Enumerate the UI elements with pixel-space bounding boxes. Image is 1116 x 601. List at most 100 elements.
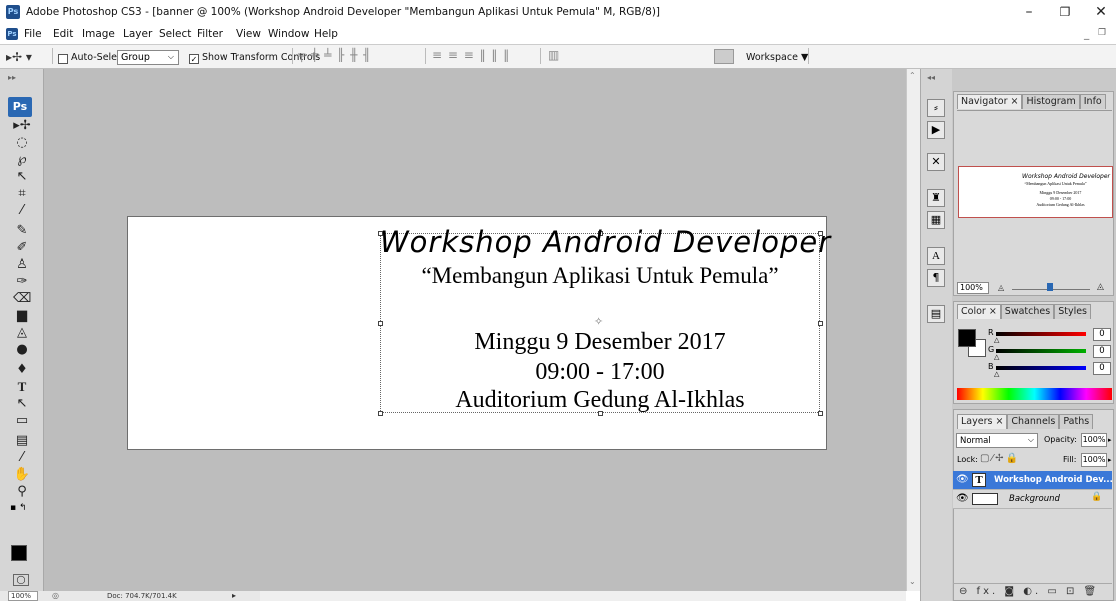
fill-field[interactable]: 100% <box>1081 453 1107 467</box>
eraser-tool-icon[interactable]: ⌫ <box>13 291 31 307</box>
menu-filter[interactable]: Filter <box>197 28 223 40</box>
brush-tool-icon[interactable]: ✐ <box>13 240 31 256</box>
channel-r-slider[interactable] <box>996 332 1086 336</box>
move-tool-preset-icon[interactable]: ▸✢ ▾ <box>6 50 32 64</box>
channel-r-value[interactable]: 0 <box>1093 328 1111 341</box>
notes-tool-icon[interactable]: ▤ <box>13 433 31 449</box>
healing-brush-icon[interactable]: ✎ <box>13 223 31 239</box>
eye-icon[interactable]: 👁 <box>956 474 969 485</box>
blend-mode-dropdown[interactable]: Normal ⌵ <box>956 433 1038 448</box>
dodge-tool-icon[interactable]: ● <box>13 342 31 358</box>
zoom-slider-thumb[interactable] <box>1047 283 1053 291</box>
character-panel-icon[interactable]: A <box>927 247 945 265</box>
workspace-button[interactable]: Workspace ▼ <box>746 52 808 63</box>
slider-thumb-icon[interactable]: △ <box>994 336 999 344</box>
status-icon[interactable]: ◎ <box>52 591 59 600</box>
channel-g-slider[interactable] <box>996 349 1086 353</box>
move-tool-icon[interactable]: ▸✢ <box>13 118 31 134</box>
transform-handle[interactable] <box>818 321 823 326</box>
menu-window[interactable]: Window <box>268 28 309 40</box>
brushes-panel-icon[interactable]: ⸗ <box>927 99 945 117</box>
show-transform-checkbox[interactable]: ✓ <box>189 52 199 65</box>
collapse-icon[interactable]: ▸▸ <box>8 73 16 82</box>
menu-image[interactable]: Image <box>82 28 115 40</box>
type-tool-icon[interactable]: T <box>13 379 31 395</box>
quick-mask-icon[interactable]: ◯ <box>13 574 29 586</box>
eye-icon[interactable]: 👁 <box>956 493 969 504</box>
notes-panel-icon[interactable]: ▤ <box>927 305 945 323</box>
menu-view[interactable]: View <box>236 28 261 40</box>
eyedropper-tool-icon[interactable]: ⁄ <box>13 450 31 466</box>
doc-restore-button[interactable]: ❐ <box>1098 28 1106 38</box>
menu-select[interactable]: Select <box>159 28 191 40</box>
channel-b-value[interactable]: 0 <box>1093 362 1111 375</box>
clone-stamp-icon[interactable]: ♙ <box>13 257 31 273</box>
navigator-thumbnail[interactable]: Workshop Android Developer “Membangun Ap… <box>958 166 1113 218</box>
history-brush-icon[interactable]: ✑ <box>13 274 31 290</box>
tab-paths[interactable]: Paths <box>1059 414 1094 429</box>
channel-b-slider[interactable] <box>996 366 1086 370</box>
fill-arrow-icon[interactable]: ▸ <box>1108 453 1114 467</box>
tab-layers[interactable]: Layers × <box>957 414 1008 429</box>
foreground-color-swatch[interactable] <box>11 545 27 561</box>
scroll-down-icon[interactable]: ⌄ <box>909 577 916 586</box>
quick-select-tool-icon[interactable]: ↖ <box>13 169 31 185</box>
gradient-tool-icon[interactable]: ▆ <box>13 308 31 324</box>
menu-file[interactable]: File <box>24 28 42 40</box>
tab-color[interactable]: Color × <box>957 304 1001 319</box>
layer-row-text[interactable]: 👁 T Workshop Android Dev... <box>953 471 1113 490</box>
tab-styles[interactable]: Styles <box>1054 304 1091 319</box>
horizontal-scrollbar[interactable] <box>260 591 906 601</box>
tab-navigator[interactable]: Navigator × <box>957 94 1023 109</box>
tab-histogram[interactable]: Histogram <box>1022 94 1080 109</box>
channel-g-value[interactable]: 0 <box>1093 345 1111 358</box>
layers-footer-icons[interactable]: ⊖ fx. ◙ ◐. ▭ ⊡ 🗑 <box>953 583 1112 599</box>
slice-tool-icon[interactable]: ⁄ <box>13 203 31 219</box>
transform-handle[interactable] <box>378 321 383 326</box>
zoom-field[interactable]: 100% <box>8 591 38 601</box>
hand-tool-icon[interactable]: ✋ <box>13 467 31 483</box>
layer-name[interactable]: Background <box>1009 494 1060 504</box>
blur-tool-icon[interactable]: ◬ <box>13 325 31 341</box>
opacity-field[interactable]: 100% <box>1081 433 1107 447</box>
auto-align-icon[interactable]: ▥ <box>548 48 560 62</box>
color-spectrum-ramp[interactable] <box>957 388 1112 400</box>
document-canvas[interactable]: ✧ Workshop Android Developer “Membangun … <box>127 216 830 450</box>
layer-row-background[interactable]: 👁 Background 🔒 <box>953 490 1112 509</box>
tab-info[interactable]: Info <box>1079 94 1106 109</box>
expand-dock-icon[interactable]: ◂◂ <box>927 73 935 82</box>
menu-layer[interactable]: Layer <box>123 28 152 40</box>
zoom-tool-icon[interactable]: ⚲ <box>13 484 31 500</box>
default-colors-icon[interactable]: ▪ ↰ <box>10 503 27 513</box>
zoom-out-icon[interactable]: ◬ <box>998 283 1004 292</box>
lock-icons[interactable]: ▢⁄✢🔒 <box>980 453 1020 464</box>
opacity-arrow-icon[interactable]: ▸ <box>1108 433 1114 447</box>
workspace-icon[interactable] <box>714 49 734 64</box>
tab-channels[interactable]: Channels <box>1007 414 1060 429</box>
vertical-scrollbar[interactable]: ⌃ ⌄ <box>906 69 920 591</box>
path-select-icon[interactable]: ↖ <box>13 396 31 412</box>
close-button[interactable]: ✕ <box>1088 3 1114 21</box>
auto-select-checkbox[interactable] <box>58 52 68 65</box>
lasso-tool-icon[interactable]: ℘ <box>13 152 31 168</box>
pivot-point-icon[interactable]: ✧ <box>594 315 603 328</box>
restore-button[interactable]: ❐ <box>1052 3 1078 21</box>
doc-minimize-button[interactable]: _ <box>1084 28 1089 40</box>
document-icon[interactable]: Ps <box>6 28 18 40</box>
marquee-tool-icon[interactable]: ◌ <box>13 135 31 151</box>
auto-select-dropdown[interactable]: Group ⌵ <box>117 50 179 65</box>
tool-presets-icon[interactable]: ✕ <box>927 153 945 171</box>
actions-panel-icon[interactable]: ▶ <box>927 121 945 139</box>
navigator-zoom-field[interactable]: 100% <box>957 282 989 294</box>
pen-tool-icon[interactable]: ♦ <box>13 362 31 378</box>
slider-thumb-icon[interactable]: △ <box>994 370 999 378</box>
tab-swatches[interactable]: Swatches <box>1000 304 1055 319</box>
crop-tool-icon[interactable]: ⌗ <box>13 186 31 202</box>
minimize-button[interactable]: – <box>1016 3 1042 21</box>
slider-thumb-icon[interactable]: △ <box>994 353 999 361</box>
distribute-icons[interactable]: ≡ ≡ ≡ ‖ ‖ ‖ <box>432 48 510 62</box>
layer-comps-icon[interactable]: ▦ <box>927 211 945 229</box>
status-menu-arrow-icon[interactable]: ▸ <box>232 591 236 600</box>
menu-edit[interactable]: Edit <box>53 28 73 40</box>
scroll-up-icon[interactable]: ⌃ <box>909 71 916 80</box>
